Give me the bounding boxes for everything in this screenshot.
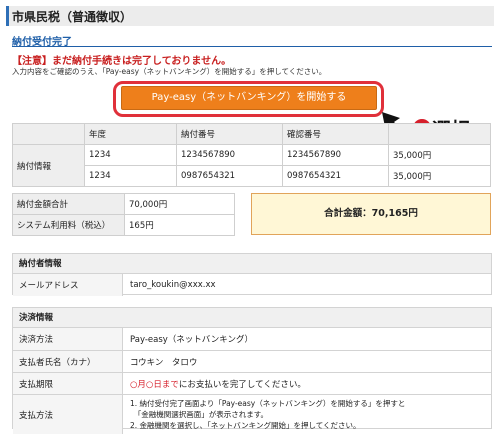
deadline-row: 支払期限 ○月○日まで にお支払いを完了してください。 <box>13 372 491 394</box>
howto-step: 「金融機関選択画面」が表示されます。 <box>130 410 268 419</box>
fee-label: システム利用料（税込） <box>12 214 125 236</box>
instruction-text: 入力内容をご確認のうえ、「Pay-easy（ネットバンキング）を開始する」を押し… <box>12 67 327 76</box>
confirmation-number-cell: 1234567890 <box>282 144 389 166</box>
total-value: 70,000円 <box>124 193 235 215</box>
year-cell: 1234 <box>84 165 177 187</box>
deadline-label: 支払期限 <box>13 373 123 394</box>
deadline-value: ○月○日まで にお支払いを完了してください。 <box>130 373 487 394</box>
howto-step: 1. 納付受付完了画面より「Pay-easy（ネットバンキング）を開始する」を押… <box>130 399 406 408</box>
deadline-date: ○月○日まで <box>130 379 179 390</box>
header-blank-cell <box>12 123 85 145</box>
table-row: 納付金額合計 70,000円 <box>12 193 235 215</box>
howto-label: 支払方法 <box>13 395 123 434</box>
settlement-info-card: 決済情報 決済方法 Pay-easy（ネットバンキング） 支払者氏名（カナ） コ… <box>12 307 492 434</box>
year-cell: 1234 <box>84 144 177 166</box>
payer-name-value: コウキン タロウ <box>130 357 198 368</box>
email-row: メールアドレス taro_koukin@xxx.xx <box>13 274 491 296</box>
fee-value: 165円 <box>124 214 235 236</box>
howto-steps: 1. 納付受付完了画面より「Pay-easy（ネットバンキング）を開始する」を押… <box>130 398 485 431</box>
table-header-row: 年度 納付番号 確認番号 <box>12 123 491 145</box>
method-value: Pay-easy（ネットバンキング） <box>130 335 253 345</box>
warning-notice: 【注意】まだ納付手続きは完了しておりません。 <box>12 56 232 67</box>
header-payment-number: 納付番号 <box>176 123 283 145</box>
amount-cell: 35,000円 <box>388 165 491 187</box>
page-title: 市県民税（普通徴収） <box>12 10 133 24</box>
header-year: 年度 <box>84 123 177 145</box>
payment-number-cell: 0987654321 <box>176 165 283 187</box>
header-confirmation-number: 確認番号 <box>282 123 389 145</box>
payer-name-label: 支払者氏名（カナ） <box>13 351 123 372</box>
settlement-info-title: 決済情報 <box>13 308 491 328</box>
payer-info-card: 納付者情報 メールアドレス taro_koukin@xxx.xx <box>12 253 492 296</box>
total-label: 納付金額合計 <box>12 193 125 215</box>
method-label: 決済方法 <box>13 328 123 350</box>
payment-number-cell: 1234567890 <box>176 144 283 166</box>
email-value: taro_koukin@xxx.xx <box>130 280 216 290</box>
email-label: メールアドレス <box>13 274 123 296</box>
howto-step: 2. 金融機関を選択し、「ネットバンキング開始」を押してください。 <box>130 421 361 430</box>
payer-name-row: 支払者氏名（カナ） コウキン タロウ <box>13 350 491 372</box>
deadline-text: にお支払いを完了してください。 <box>178 379 306 390</box>
amount-cell: 35,000円 <box>388 144 491 166</box>
payment-info-table: 年度 納付番号 確認番号 納付情報 1234 1234567890 123456… <box>12 123 491 187</box>
pay-easy-start-button[interactable]: Pay-easy（ネットバンキング）を開始する <box>121 86 377 110</box>
row-label: 納付情報 <box>12 144 85 187</box>
header-amount-blank <box>388 123 491 145</box>
payer-info-title: 納付者情報 <box>13 254 491 274</box>
howto-row: 支払方法 1. 納付受付完了画面より「Pay-easy（ネットバンキング）を開始… <box>13 394 491 434</box>
summary-table: 納付金額合計 70,000円 システム利用料（税込） 165円 <box>12 193 235 236</box>
table-row: 1234 0987654321 0987654321 35,000円 <box>13 165 491 187</box>
grand-total-box: 合計金額：70,165円 <box>251 193 491 235</box>
confirmation-number-cell: 0987654321 <box>282 165 389 187</box>
section-divider <box>12 46 492 47</box>
table-row: システム利用料（税込） 165円 <box>12 214 235 236</box>
method-row: 決済方法 Pay-easy（ネットバンキング） <box>13 328 491 350</box>
table-row: 納付情報 1234 1234567890 1234567890 35,000円 <box>12 144 491 187</box>
